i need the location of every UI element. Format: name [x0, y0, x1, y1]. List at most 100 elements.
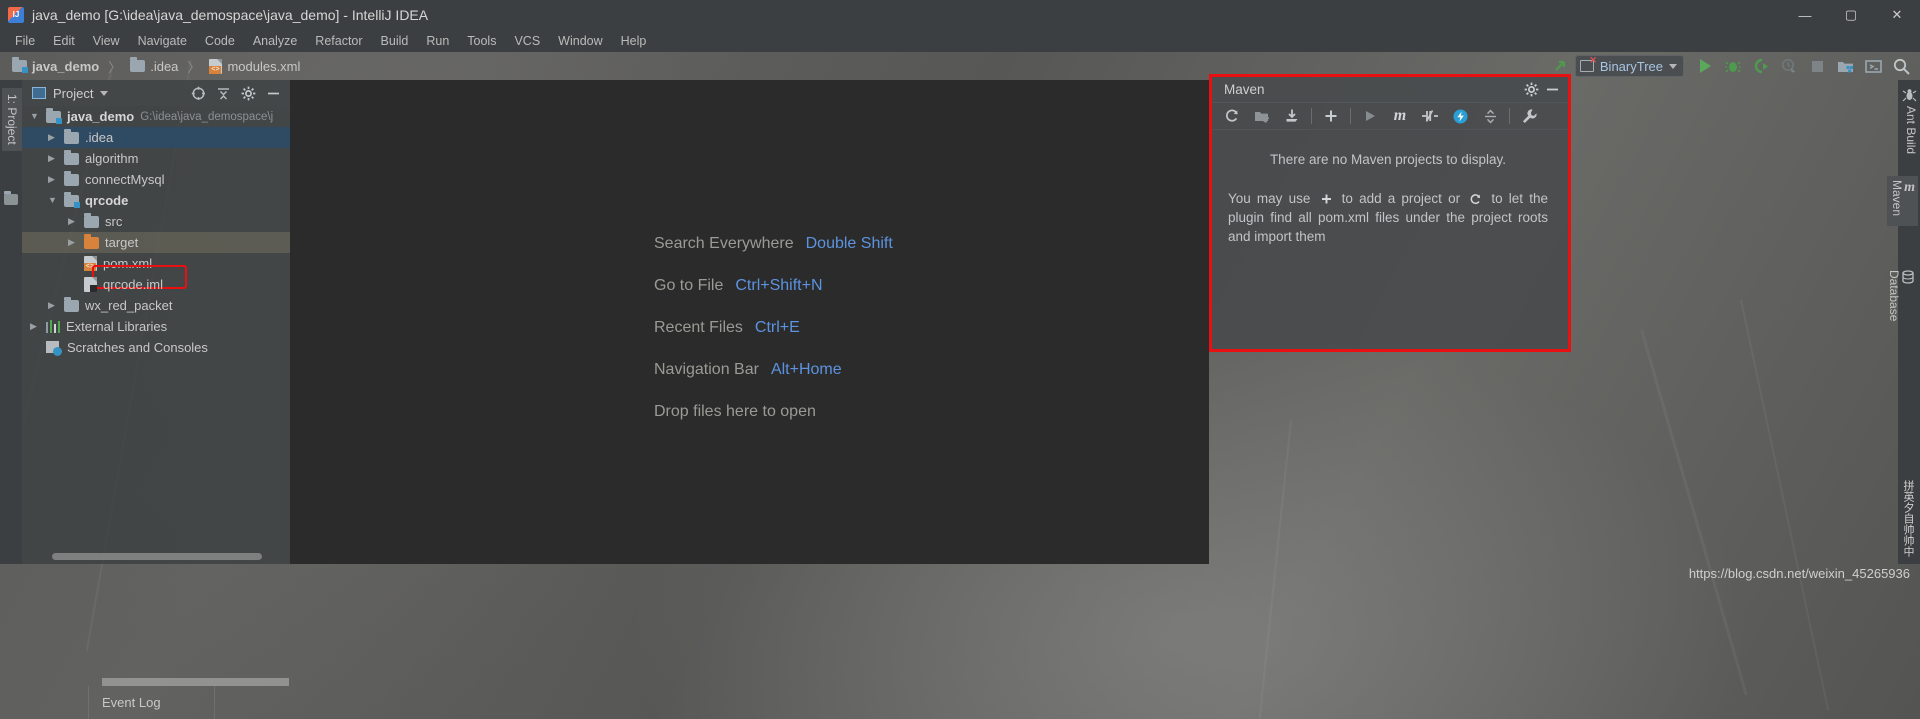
tree-node-target[interactable]: ▶ target [22, 232, 290, 253]
toggle-skip-tests-icon[interactable] [1416, 104, 1444, 128]
toolbar-divider [1509, 108, 1510, 124]
hint-row: Navigation Bar Alt+Home [290, 361, 1209, 379]
run-configuration-selector[interactable]: BinaryTree [1574, 55, 1684, 77]
menu-code[interactable]: Code [196, 32, 244, 50]
event-log-button[interactable]: Event Log [0, 695, 161, 710]
menu-build[interactable]: Build [372, 32, 418, 50]
maven-settings-wrench-icon[interactable] [1515, 104, 1543, 128]
maximize-button[interactable]: ▢ [1828, 0, 1874, 30]
minimize-button[interactable]: — [1782, 0, 1828, 30]
project-tree: ▼ java_demo G:\idea\java_demospace\j ▶ .… [22, 106, 290, 564]
project-structure-icon[interactable] [1832, 54, 1858, 78]
chevron-right-icon[interactable]: ▶ [48, 154, 58, 163]
tree-node-qrcode[interactable]: ▼ qrcode [22, 190, 290, 211]
tree-node-scratches-and-consoles[interactable]: ▶ Scratches and Consoles [22, 337, 290, 358]
project-view-icon [32, 87, 46, 99]
chevron-right-icon[interactable]: ▶ [68, 217, 78, 226]
maven-tool-window: Maven m There are no Maven projects to d… [1209, 74, 1571, 352]
profile-icon[interactable] [1776, 54, 1802, 78]
add-maven-project-icon[interactable] [1317, 104, 1345, 128]
tree-node-java-demo[interactable]: ▼ java_demo G:\idea\java_demospace\j [22, 106, 290, 127]
tree-node-qrcode-iml[interactable]: ▶ qrcode.iml [22, 274, 290, 295]
tree-node-wx-red-packet[interactable]: ▶ wx_red_packet [22, 295, 290, 316]
run-config-error-icon [1579, 55, 1597, 72]
menu-help[interactable]: Help [612, 32, 656, 50]
stop-icon[interactable] [1804, 54, 1830, 78]
run-with-coverage-icon[interactable] [1748, 54, 1774, 78]
tree-node-algorithm[interactable]: ▶ algorithm [22, 148, 290, 169]
folder-icon [130, 57, 146, 72]
run-icon[interactable] [1692, 54, 1718, 78]
hint-key-go-to-file: Ctrl+Shift+N [735, 277, 823, 294]
menu-window[interactable]: Window [549, 32, 611, 50]
terminal-icon[interactable] [1860, 54, 1886, 78]
chevron-right-icon[interactable]: ▶ [48, 175, 58, 184]
menu-run[interactable]: Run [417, 32, 458, 50]
menu-edit[interactable]: Edit [44, 32, 84, 50]
hint-key-navigation-bar: Alt+Home [770, 361, 842, 378]
debug-bug-icon[interactable] [1720, 54, 1746, 78]
breadcrumb-item-modules-xml[interactable]: <> modules.xml [205, 58, 304, 75]
tree-node-idea[interactable]: ▶ .idea [22, 127, 290, 148]
menu-vcs[interactable]: VCS [505, 32, 549, 50]
tree-node-src[interactable]: ▶ src [22, 211, 290, 232]
editor-horizontal-scrollbar[interactable] [102, 678, 289, 686]
chevron-down-icon[interactable] [100, 90, 109, 96]
structure-icon[interactable] [4, 191, 18, 210]
menu-refactor[interactable]: Refactor [306, 32, 371, 50]
folder-orange-icon [84, 233, 99, 249]
module-folder-icon [12, 57, 28, 73]
collapse-all-icon[interactable] [212, 82, 234, 104]
menu-tools[interactable]: Tools [458, 32, 505, 50]
chevron-down-icon [1669, 63, 1677, 69]
sidebar-item-ant-build[interactable]: Ant Build [1904, 106, 1918, 154]
menu-view[interactable]: View [84, 32, 129, 50]
collapse-all-icon[interactable] [1476, 104, 1504, 128]
gear-icon[interactable] [1524, 82, 1539, 97]
run-icon[interactable] [1356, 104, 1384, 128]
hint-key-search-everywhere: Double Shift [805, 235, 893, 252]
project-tree-horizontal-scrollbar[interactable] [52, 553, 262, 560]
hint-row: Recent Files Ctrl+E [290, 319, 1209, 337]
hint-label-navigation-bar: Navigation Bar [654, 361, 759, 378]
chevron-right-icon[interactable]: ▶ [48, 301, 58, 310]
menu-file[interactable]: File [6, 32, 44, 50]
folder-icon [64, 128, 79, 144]
maven-m-icon: m [1904, 180, 1915, 195]
editor-area[interactable]: Search Everywhere Double Shift Go to Fil… [290, 80, 1209, 564]
maven-toolbar: m [1212, 103, 1568, 130]
menu-navigate[interactable]: Navigate [129, 32, 196, 50]
sidebar-item-maven-label: Maven [1890, 180, 1905, 217]
hide-icon[interactable] [1545, 82, 1560, 97]
tree-node-pom-xml[interactable]: ▶ <> pom.xml [22, 253, 290, 274]
locate-icon[interactable] [187, 82, 209, 104]
chevron-right-icon[interactable]: ▶ [48, 133, 58, 142]
download-sources-icon[interactable] [1278, 104, 1306, 128]
hint-row: Drop files here to open [290, 403, 1209, 421]
chevron-down-icon[interactable]: ▼ [30, 112, 40, 121]
toggle-offline-mode-icon[interactable] [1446, 104, 1474, 128]
sidebar-item-project[interactable]: 1: Project [2, 88, 22, 151]
chevron-down-icon[interactable]: ▼ [48, 196, 58, 205]
execute-maven-goal-icon[interactable]: m [1386, 104, 1414, 128]
right-tool-strip: Ant Build m Maven Database 拼英夕自帅帅中 [1887, 80, 1920, 564]
search-icon[interactable] [1888, 54, 1914, 78]
breadcrumb-item-idea[interactable]: .idea [126, 57, 182, 75]
tree-node-external-libraries[interactable]: ▶ External Libraries [22, 316, 290, 337]
sidebar-item-database[interactable]: Database [1884, 266, 1918, 325]
sidebar-item-database-label: Database [1887, 270, 1901, 322]
window-title: java_demo [G:\idea\java_demospace\java_d… [32, 7, 429, 23]
status-bar: Event Log [0, 686, 1920, 719]
generate-sources-folder-icon[interactable] [1248, 104, 1276, 128]
tree-node-connectmysql[interactable]: ▶ connectMysql [22, 169, 290, 190]
main-toolbar-right: BinaryTree [1547, 54, 1920, 78]
breadcrumb-item-java-demo[interactable]: java_demo [8, 57, 103, 75]
gear-icon[interactable] [237, 82, 259, 104]
reimport-refresh-icon[interactable] [1218, 104, 1246, 128]
close-button[interactable]: ✕ [1874, 0, 1920, 30]
chevron-right-icon[interactable]: ▶ [68, 238, 78, 247]
hide-icon[interactable] [262, 82, 284, 104]
menu-analyze[interactable]: Analyze [244, 32, 306, 50]
chevron-right-icon[interactable]: ▶ [30, 322, 40, 331]
sidebar-item-maven[interactable]: m Maven [1887, 176, 1918, 227]
